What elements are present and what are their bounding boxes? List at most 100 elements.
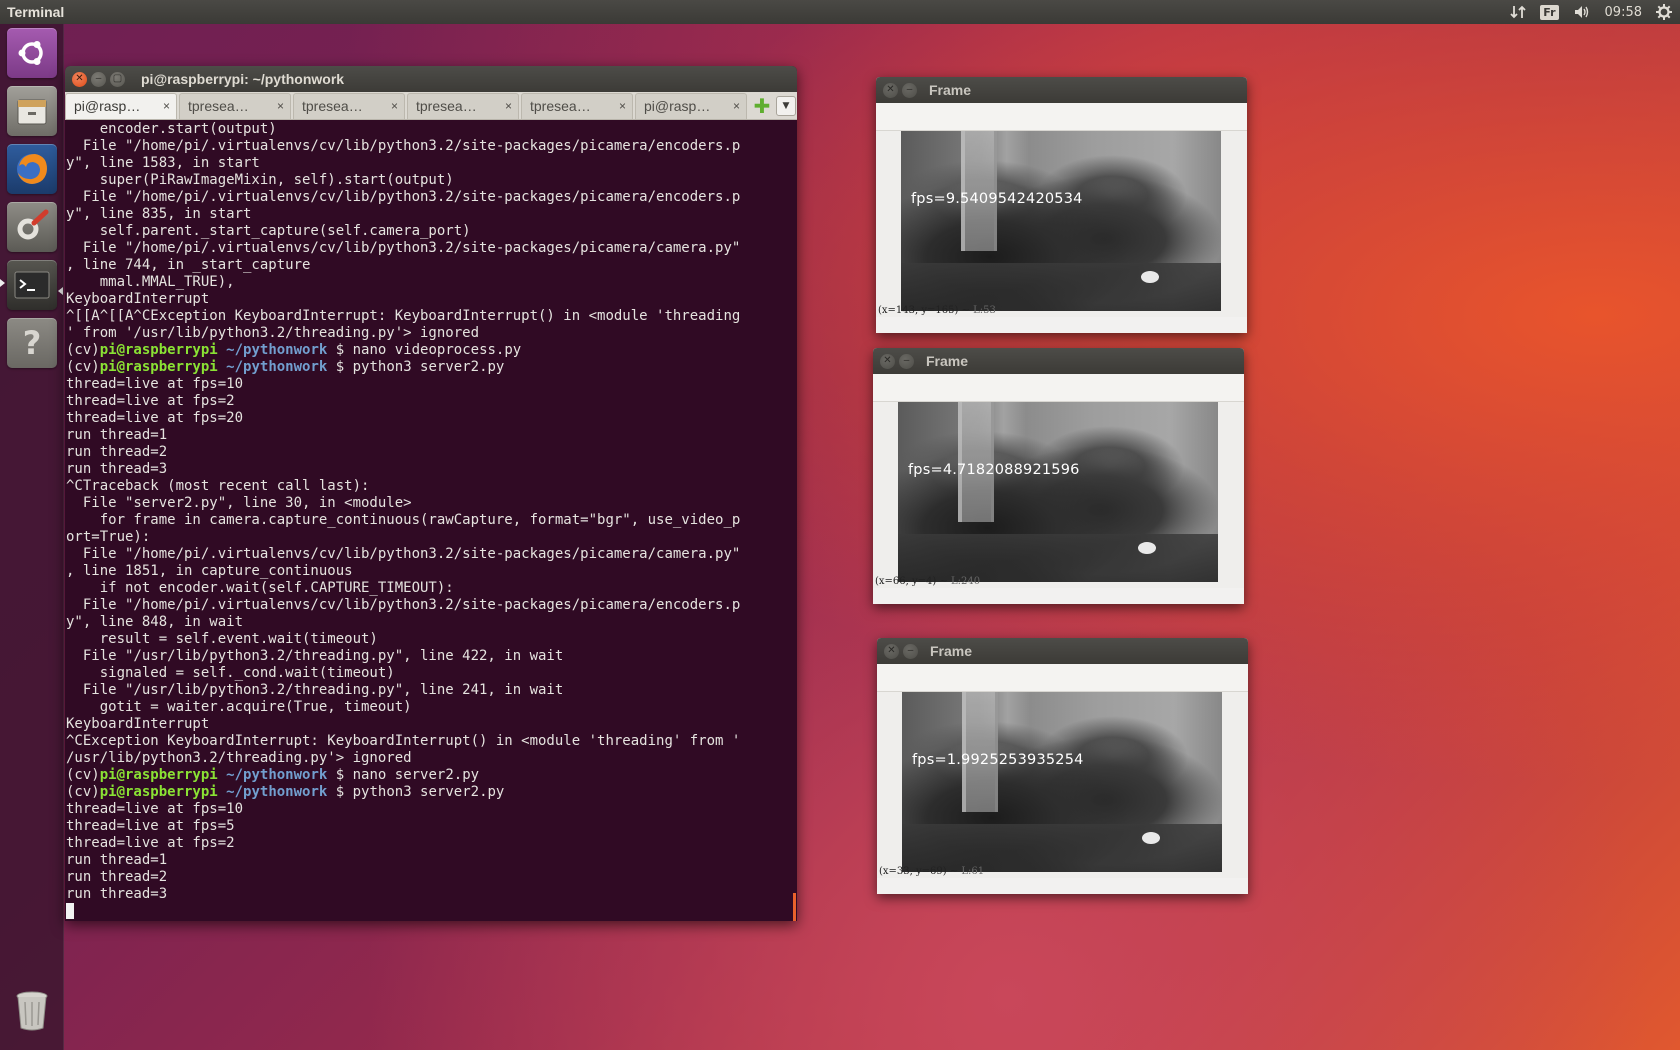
output-line: self.parent._start_capture(self.camera_p… xyxy=(66,223,471,239)
prompt-symbol: $ xyxy=(335,784,345,800)
prompt-env: (cv) xyxy=(66,342,100,358)
firefox-icon[interactable] xyxy=(7,144,57,194)
prompt-path: ~/pythonwork xyxy=(226,784,328,800)
prompt-path: ~/pythonwork xyxy=(226,342,328,358)
output-line: ^CException KeyboardInterrupt: KeyboardI… xyxy=(66,733,741,749)
output-line: ^[[A^[[A^CException KeyboardInterrupt: K… xyxy=(66,308,741,324)
files-icon[interactable] xyxy=(7,86,57,136)
tab-label: pi@rasp… xyxy=(644,98,711,114)
terminal-tab[interactable]: tpresea… × xyxy=(179,92,291,119)
terminal-tab[interactable]: tpresea… × xyxy=(293,92,405,119)
output-line: thread=live at fps=2 xyxy=(66,393,235,409)
camera-image[interactable]: fps=1.9925253935254 xyxy=(902,692,1222,872)
terminal-tab[interactable]: pi@rasp… × xyxy=(65,92,177,119)
close-button[interactable]: ✕ xyxy=(883,82,898,98)
frame-body: fps=1.9925253935254 (x=33, y=69) ~ L:61 xyxy=(877,692,1248,878)
tab-close-icon[interactable]: × xyxy=(505,99,512,113)
output-line: thread=live at fps=20 xyxy=(66,410,244,426)
frame-window-1[interactable]: ✕ – Frame fps=9.5409542420534 (x=143, y=… xyxy=(876,77,1247,333)
clock[interactable]: 09:58 xyxy=(1605,5,1642,20)
minimize-button[interactable]: – xyxy=(91,71,106,87)
gear-icon[interactable] xyxy=(1656,4,1672,20)
command-text: nano videoprocess.py xyxy=(344,342,522,358)
indicator-area: Fr 09:58 xyxy=(1510,4,1672,20)
tab-close-icon[interactable]: × xyxy=(619,99,626,113)
prompt-user: pi@raspberrypi xyxy=(99,359,218,375)
ubuntu-logo-icon[interactable] xyxy=(7,28,57,78)
network-icon[interactable] xyxy=(1510,4,1526,20)
fps-overlay: fps=4.7182088921596 xyxy=(908,462,1080,478)
scrollbar-indicator[interactable] xyxy=(793,893,796,921)
volume-icon[interactable] xyxy=(1573,4,1591,20)
command-text: python3 server2.py xyxy=(344,784,505,800)
terminal-output[interactable]: encoder.start(output) File "/home/pi/.vi… xyxy=(65,120,797,921)
terminal-tab-bar: pi@rasp… × tpresea… × tpresea… × tpresea… × tpre… xyxy=(65,92,797,120)
terminal-icon[interactable] xyxy=(7,260,57,310)
help-icon[interactable]: ? xyxy=(7,318,57,368)
close-button[interactable]: ✕ xyxy=(880,353,895,369)
prompt-user: pi@raspberrypi xyxy=(99,767,218,783)
tab-close-icon[interactable]: × xyxy=(277,99,284,113)
output-line: KeyboardInterrupt xyxy=(66,716,210,732)
tab-label: pi@rasp… xyxy=(74,98,141,114)
maximize-button[interactable]: ▢ xyxy=(110,71,125,87)
window-controls: ✕ – xyxy=(884,643,918,659)
frame-toolbar xyxy=(877,664,1248,692)
minimize-button[interactable]: – xyxy=(902,82,917,98)
tab-list-dropdown-icon[interactable]: ▼ xyxy=(776,95,796,116)
terminal-tab[interactable]: tpresea… × xyxy=(521,92,633,119)
new-tab-icon[interactable]: ✚ xyxy=(752,94,772,118)
prompt-env: (cv) xyxy=(66,767,100,783)
command-text: python3 server2.py xyxy=(344,359,505,375)
system-settings-icon[interactable] xyxy=(7,202,57,252)
output-line: run thread=3 xyxy=(66,461,168,477)
prompt-line: (cv)pi@raspberrypi ~/pythonwork $ python… xyxy=(66,359,797,376)
output-line: File "/usr/lib/python3.2/threading.py", … xyxy=(66,682,564,698)
close-button[interactable]: ✕ xyxy=(72,71,87,87)
output-line: y", line 835, in start xyxy=(66,206,252,222)
output-line: thread=live at fps=10 xyxy=(66,376,244,392)
keyboard-layout-indicator[interactable]: Fr xyxy=(1540,4,1559,20)
tab-label: tpresea… xyxy=(530,98,591,114)
tab-close-icon[interactable]: × xyxy=(163,99,170,113)
output-line: thread=live at fps=2 xyxy=(66,835,235,851)
prompt-path: ~/pythonwork xyxy=(226,767,328,783)
frame-window-3[interactable]: ✕ – Frame fps=1.9925253935254 (x=33, y=6… xyxy=(877,638,1248,894)
image-lamp xyxy=(1138,542,1156,554)
output-line: File "/home/pi/.virtualenvs/cv/lib/pytho… xyxy=(66,546,741,562)
output-line: ' from '/usr/lib/python3.2/threading.py'… xyxy=(66,325,480,341)
frame-title: Frame xyxy=(926,353,969,369)
tab-close-icon[interactable]: × xyxy=(391,99,398,113)
prompt-line: (cv)pi@raspberrypi ~/pythonwork $ nano v… xyxy=(66,342,797,359)
prompt-user: pi@raspberrypi xyxy=(99,342,218,358)
close-button[interactable]: ✕ xyxy=(884,643,899,659)
frame-titlebar[interactable]: ✕ – Frame xyxy=(876,77,1247,103)
pixel-luminance: L:240 xyxy=(951,576,981,587)
frame-window-2[interactable]: ✕ – Frame fps=4.7182088921596 (x=66, y=4… xyxy=(873,348,1244,604)
prompt-line: (cv)pi@raspberrypi ~/pythonwork $ python… xyxy=(66,784,797,801)
text-cursor xyxy=(66,903,74,919)
frame-body: fps=4.7182088921596 (x=66, y=4) ~ L:240 xyxy=(873,402,1244,588)
terminal-tab[interactable]: tpresea… × xyxy=(407,92,519,119)
terminal-titlebar[interactable]: ✕ – ▢ pi@raspberrypi: ~/pythonwork xyxy=(65,66,797,92)
output-line: File "/home/pi/.virtualenvs/cv/lib/pytho… xyxy=(66,597,741,613)
frame-titlebar[interactable]: ✕ – Frame xyxy=(873,348,1244,374)
trash-icon[interactable] xyxy=(7,986,57,1036)
command-text: nano server2.py xyxy=(344,767,480,783)
output-line: signaled = self._cond.wait(timeout) xyxy=(66,665,395,681)
frame-toolbar xyxy=(873,374,1244,402)
terminal-window[interactable]: ✕ – ▢ pi@raspberrypi: ~/pythonwork pi@ra… xyxy=(65,66,797,921)
prompt-user: pi@raspberrypi xyxy=(99,784,218,800)
output-line: File "/usr/lib/python3.2/threading.py", … xyxy=(66,648,564,664)
active-indicator xyxy=(0,279,5,287)
minimize-button[interactable]: – xyxy=(899,353,914,369)
output-line: , line 744, in _start_capture xyxy=(66,257,311,273)
camera-image[interactable]: fps=4.7182088921596 xyxy=(898,402,1218,582)
tab-close-icon[interactable]: × xyxy=(733,99,740,113)
terminal-tab[interactable]: pi@rasp… × xyxy=(635,92,747,119)
output-line: run thread=2 xyxy=(66,444,168,460)
camera-image[interactable]: fps=9.5409542420534 xyxy=(901,131,1221,311)
minimize-button[interactable]: – xyxy=(903,643,918,659)
frame-titlebar[interactable]: ✕ – Frame xyxy=(877,638,1248,664)
output-line: for frame in camera.capture_continuous(r… xyxy=(66,512,741,528)
